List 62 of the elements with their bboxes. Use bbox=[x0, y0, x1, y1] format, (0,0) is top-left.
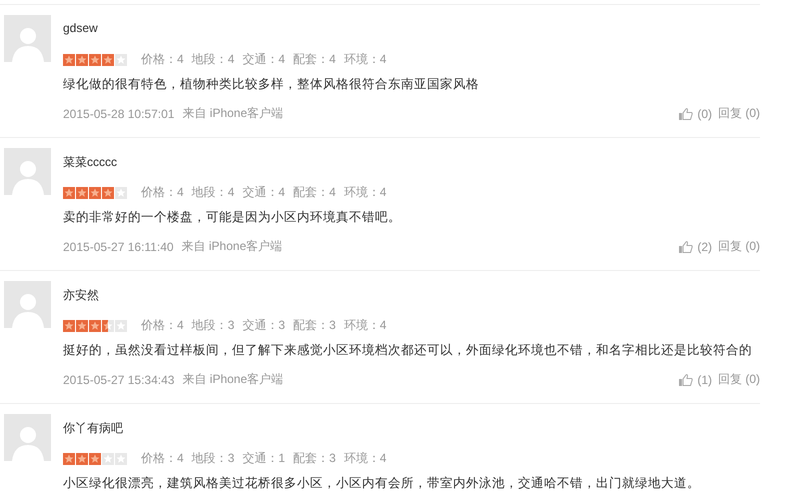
filled-star-icon bbox=[102, 186, 114, 198]
reply-link[interactable]: 回复 (0) bbox=[718, 105, 760, 122]
score-label: 地段：3 bbox=[192, 317, 234, 334]
thumbs-up-icon bbox=[679, 240, 694, 252]
source-label: 来自 iPhone客户端 bbox=[182, 238, 282, 255]
filled-star-icon bbox=[76, 54, 88, 66]
like-button[interactable]: (1) bbox=[679, 372, 712, 386]
comment-text: 卖的非常好的一个楼盘，可能是因为小区内环境真不错吧。 bbox=[63, 209, 402, 226]
user-name[interactable]: gdsew bbox=[63, 21, 760, 39]
timestamp: 2015-05-28 10:57:01 bbox=[63, 106, 174, 120]
avatar bbox=[4, 414, 51, 461]
score-label: 环境：4 bbox=[344, 184, 386, 201]
filled-star-icon bbox=[89, 54, 101, 66]
score-label: 交通：1 bbox=[242, 450, 286, 467]
avatar bbox=[4, 15, 51, 62]
filled-star-icon bbox=[63, 54, 75, 66]
avatar bbox=[4, 148, 51, 195]
user-name[interactable]: 亦安然 bbox=[63, 287, 760, 305]
score-label: 交通：3 bbox=[242, 317, 286, 334]
score-label: 交通：4 bbox=[242, 184, 286, 201]
score-label: 价格：4 bbox=[141, 184, 184, 201]
filled-star-icon bbox=[76, 452, 88, 464]
filled-star-icon bbox=[63, 186, 75, 198]
filled-star-icon bbox=[76, 186, 88, 198]
filled-star-icon bbox=[63, 452, 75, 464]
score-label: 环境：4 bbox=[344, 51, 386, 68]
comment-text: 挺好的，虽然没看过样板间，但了解下来感觉小区环境档次都还可以，外面绿化环境也不错，和名字相比还是比较符合的 bbox=[63, 342, 753, 359]
comment-text: 绿化做的很有特色，植物种类比较多样，整体风格很符合东南亚国家风格 bbox=[63, 76, 480, 93]
source-label: 来自 iPhone客户端 bbox=[182, 371, 284, 388]
like-button[interactable]: (0) bbox=[679, 106, 712, 120]
score-label: 配套：4 bbox=[293, 51, 336, 68]
score-label: 配套：3 bbox=[293, 317, 336, 334]
reply-link[interactable]: 回复 (0) bbox=[718, 238, 760, 255]
half-star-icon bbox=[102, 320, 114, 332]
score-label: 配套：3 bbox=[293, 450, 336, 467]
score-label: 地段：4 bbox=[192, 184, 234, 201]
user-name[interactable]: 菜菜ccccc bbox=[63, 154, 760, 172]
score-label: 环境：4 bbox=[344, 317, 386, 334]
thumbs-up-icon bbox=[679, 108, 694, 120]
score-label: 交通：4 bbox=[242, 51, 286, 68]
score-label: 环境：4 bbox=[344, 450, 386, 467]
reply-link[interactable]: 回复 (0) bbox=[718, 371, 760, 388]
thumbs-up-icon bbox=[679, 374, 694, 386]
filled-star-icon bbox=[76, 320, 88, 332]
avatar bbox=[4, 281, 51, 328]
filled-star-icon bbox=[89, 320, 101, 332]
filled-star-icon bbox=[102, 54, 114, 66]
score-label: 价格：4 bbox=[141, 450, 184, 467]
score-label: 地段：4 bbox=[192, 51, 234, 68]
timestamp: 2015-05-27 15:34:43 bbox=[63, 372, 174, 386]
filled-star-icon bbox=[89, 186, 101, 198]
comment-text: 小区绿化很漂亮，建筑风格美过花桥很多小区，小区内有会所，带室内外泳池，交通哈不错，出门就绿地大道。 bbox=[63, 475, 701, 492]
filled-star-icon bbox=[89, 452, 101, 464]
score-label: 价格：4 bbox=[141, 51, 184, 68]
score-label: 地段：3 bbox=[192, 450, 234, 467]
source-label: 来自 iPhone客户端 bbox=[182, 105, 284, 122]
filled-star-icon bbox=[63, 320, 75, 332]
score-label: 价格：4 bbox=[141, 317, 184, 334]
score-label: 配套：4 bbox=[293, 184, 336, 201]
like-button[interactable]: (2) bbox=[679, 240, 712, 254]
user-name[interactable]: 你丫有病吧 bbox=[63, 420, 760, 438]
timestamp: 2015-05-27 16:11:40 bbox=[63, 240, 174, 254]
